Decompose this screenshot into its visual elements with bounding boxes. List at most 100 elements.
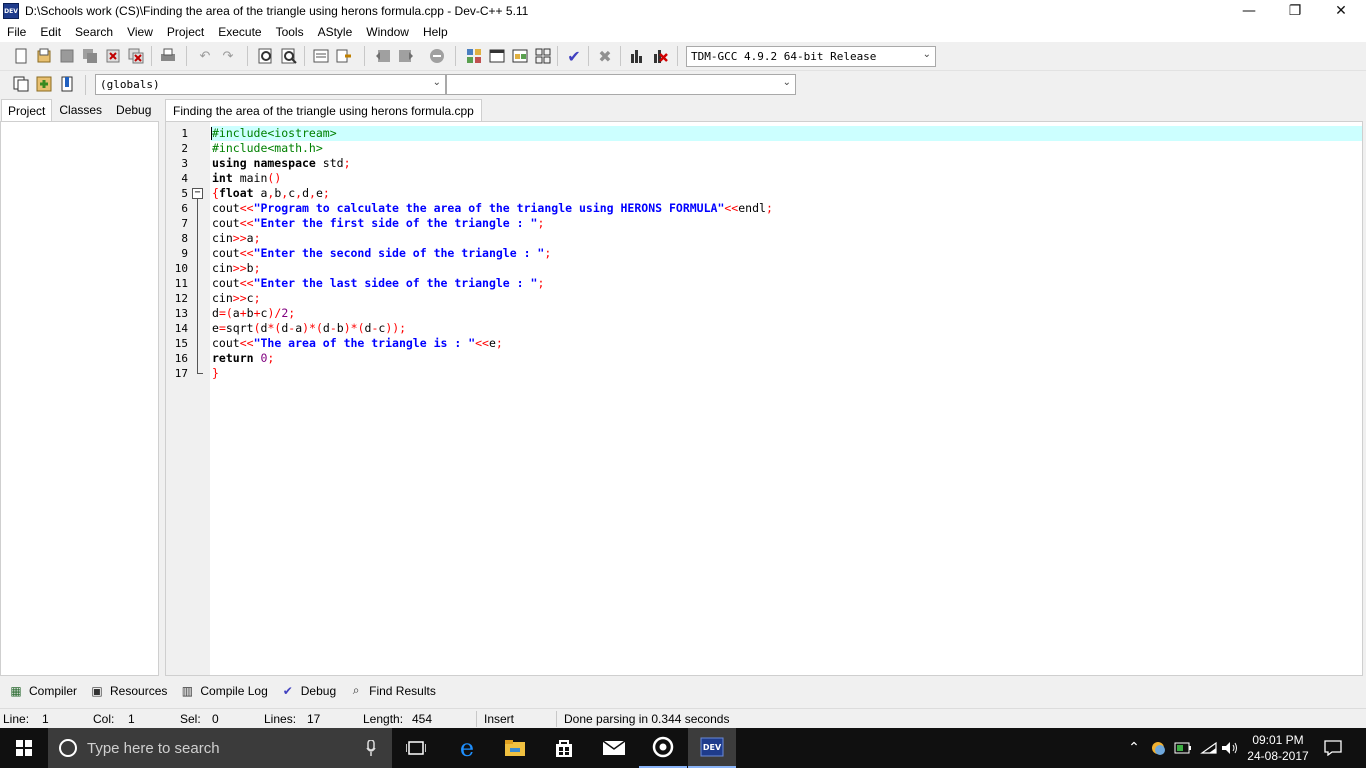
taskbar-clock[interactable]: 09:01 PM 24-08-2017 — [1236, 732, 1320, 764]
syntax-check-icon[interactable]: ✔ — [565, 47, 583, 66]
code-line[interactable]: cout<<"Enter the first side of the trian… — [211, 216, 1362, 231]
code-line[interactable]: {float a,b,c,d,e; — [211, 186, 1362, 201]
code-line[interactable]: #include<math.h> — [211, 141, 1362, 156]
action-center-icon[interactable] — [1320, 728, 1346, 768]
toggle-bookmark-icon[interactable] — [35, 75, 53, 93]
code-line[interactable]: return 0; — [211, 351, 1362, 366]
goto-function-icon[interactable] — [335, 47, 353, 65]
wifi-icon[interactable] — [1198, 728, 1220, 768]
code-line[interactable]: } — [211, 366, 1362, 381]
code-token: b — [336, 321, 344, 335]
code-token: #include<iostream> — [212, 126, 337, 140]
file-explorer-icon[interactable] — [491, 728, 539, 768]
compiler-select[interactable]: TDM-GCC 4.9.2 64-bit Release ⌄ — [686, 46, 936, 67]
minimize-button[interactable]: — — [1226, 0, 1272, 22]
close-all-icon[interactable] — [127, 47, 145, 65]
scope-select[interactable]: (globals) ⌄ — [95, 74, 446, 95]
line-number: 12 — [174, 292, 188, 305]
fold-collapse-icon[interactable]: − — [192, 188, 203, 199]
code-token: cout — [212, 336, 240, 350]
find-icon[interactable] — [257, 47, 275, 65]
compile-run-icon[interactable] — [511, 47, 529, 65]
close-button[interactable]: ✕ — [1318, 0, 1364, 22]
menu-view[interactable]: View — [120, 25, 160, 39]
redo-icon[interactable]: ↷ — [219, 47, 237, 65]
media-app-icon[interactable] — [639, 728, 687, 768]
tab-compiler[interactable]: ▦ Compiler — [2, 680, 83, 702]
code-token: ; — [495, 336, 503, 350]
tab-resources[interactable]: ▣ Resources — [83, 680, 173, 702]
line-number: 10 — [174, 262, 188, 275]
code-line[interactable]: cin>>c; — [211, 291, 1362, 306]
code-line[interactable]: cout<<"Enter the last sidee of the trian… — [211, 276, 1362, 291]
member-select[interactable]: ⌄ — [446, 74, 796, 95]
new-file-icon[interactable] — [12, 47, 30, 65]
code-line[interactable]: d=(a+b+c)/2; — [211, 306, 1362, 321]
menu-file[interactable]: File — [0, 25, 33, 39]
tab-project[interactable]: Project — [1, 99, 53, 121]
toggle-comment-icon[interactable] — [428, 47, 446, 65]
menu-help[interactable]: Help — [416, 25, 455, 39]
tab-debug-output[interactable]: ✔ Debug — [274, 680, 342, 702]
menu-execute[interactable]: Execute — [211, 25, 268, 39]
dev-cpp-taskbar-icon[interactable]: DEV — [688, 728, 736, 768]
store-icon[interactable] — [540, 728, 588, 768]
code-line[interactable]: int main() — [211, 171, 1362, 186]
mail-icon[interactable] — [590, 728, 638, 768]
unindent-icon[interactable] — [374, 47, 392, 65]
code-token: << — [239, 216, 254, 230]
chevron-down-icon: ⌄ — [782, 77, 791, 88]
code-line[interactable]: cout<<"Program to calculate the area of … — [211, 201, 1362, 216]
menu-project[interactable]: Project — [160, 25, 211, 39]
tab-classes[interactable]: Classes — [52, 99, 109, 121]
show-hidden-icons-icon[interactable]: ⌃ — [1124, 728, 1144, 768]
menu-search[interactable]: Search — [68, 25, 120, 39]
tab-resources-label: Resources — [110, 683, 168, 698]
code-line[interactable]: cout<<"The area of the triangle is : "<<… — [211, 336, 1362, 351]
save-all-icon[interactable] — [81, 47, 99, 65]
run-icon[interactable] — [488, 47, 506, 65]
save-icon[interactable] — [58, 47, 76, 65]
code-line[interactable]: #include<iostream> — [211, 126, 1362, 141]
code-token: cout — [212, 201, 240, 215]
stop-execution-icon[interactable]: ✖ — [596, 47, 614, 66]
compile-icon[interactable] — [465, 47, 483, 65]
profile-icon[interactable] — [628, 47, 646, 65]
rebuild-all-icon[interactable] — [534, 47, 552, 65]
menu-edit[interactable]: Edit — [33, 25, 68, 39]
close-file-icon[interactable] — [104, 47, 122, 65]
goto-bookmark-icon[interactable] — [58, 75, 76, 93]
menu-astyle[interactable]: AStyle — [311, 25, 360, 39]
code-line[interactable]: e=sqrt(d*(d-a)*(d-b)*(d-c)); — [211, 321, 1362, 336]
open-file-icon[interactable] — [35, 47, 53, 65]
battery-icon[interactable] — [1172, 728, 1194, 768]
start-button[interactable] — [0, 728, 48, 768]
fold-guide-line — [197, 199, 198, 373]
taskbar-search-box[interactable]: Type here to search — [48, 728, 392, 768]
tab-debug[interactable]: Debug — [109, 99, 158, 121]
code-line[interactable]: cin>>b; — [211, 261, 1362, 276]
menu-window[interactable]: Window — [359, 25, 416, 39]
print-icon[interactable] — [159, 47, 177, 65]
delete-profile-icon[interactable] — [651, 47, 669, 65]
restore-button[interactable]: ❐ — [1272, 0, 1318, 22]
project-browser[interactable] — [0, 121, 159, 676]
code-line[interactable]: cout<<"Enter the second side of the tria… — [211, 246, 1362, 261]
microphone-icon[interactable] — [366, 740, 376, 756]
insert-icon[interactable] — [12, 75, 30, 93]
undo-icon[interactable]: ↶ — [196, 47, 214, 65]
task-view-icon[interactable] — [392, 728, 440, 768]
code-line[interactable]: using namespace std; — [211, 156, 1362, 171]
goto-line-icon[interactable] — [312, 47, 330, 65]
replace-icon[interactable] — [280, 47, 298, 65]
menu-tools[interactable]: Tools — [269, 25, 311, 39]
weather-icon[interactable] — [1148, 728, 1168, 768]
indent-icon[interactable] — [397, 47, 415, 65]
code-line[interactable]: cin>>a; — [211, 231, 1362, 246]
edge-browser-icon[interactable]: e — [443, 728, 491, 768]
editor-file-tab[interactable]: Finding the area of the triangle using h… — [165, 99, 482, 121]
tab-find-results[interactable]: ⌕ Find Results — [342, 680, 442, 702]
tab-compile-log[interactable]: ▥ Compile Log — [173, 680, 273, 702]
code-editor[interactable]: 1 2 3 4 5 6 7 8 9 10 11 12 13 14 15 16 17− #include<iost… — [165, 121, 1363, 676]
code-token: = — [218, 321, 226, 335]
